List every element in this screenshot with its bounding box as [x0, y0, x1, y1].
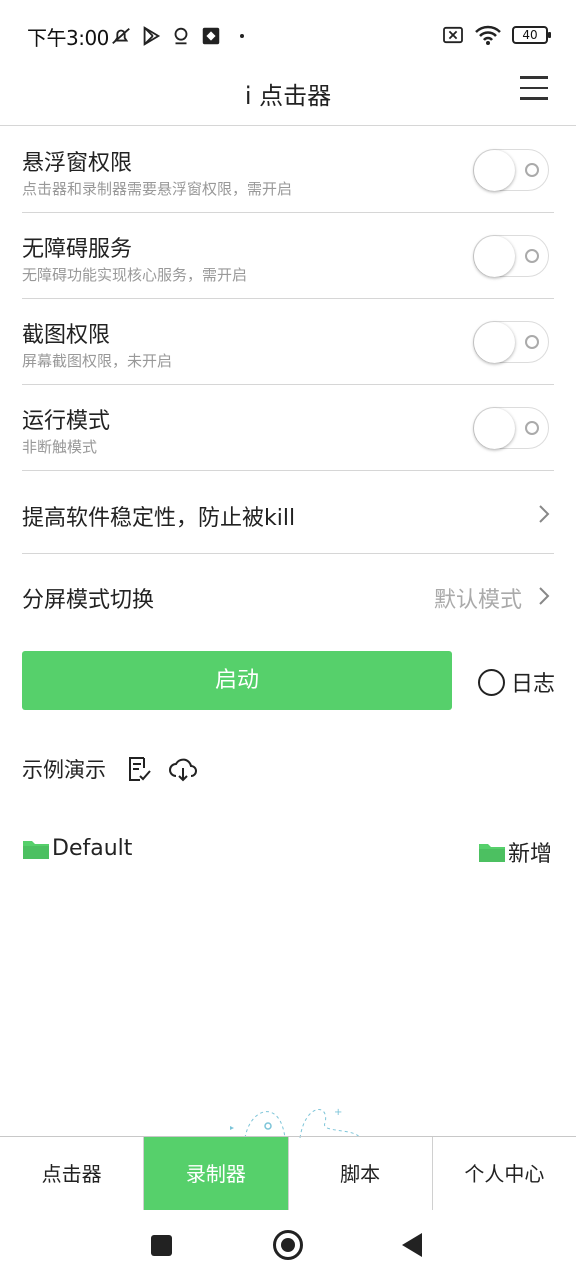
accessibility-toggle[interactable] [473, 235, 549, 277]
battery-icon: 40 [512, 26, 551, 44]
setting-title: 截图权限 [22, 323, 111, 348]
demo-row: 示例演示 [22, 754, 212, 784]
checklist-icon[interactable] [124, 754, 154, 784]
setting-title: 无障碍服务 [22, 237, 133, 262]
floating-window-toggle[interactable] [473, 149, 549, 191]
wifi-icon [475, 25, 501, 45]
run-mode-toggle[interactable] [473, 407, 549, 449]
stability-label: 提高软件稳定性，防止被kill [22, 506, 296, 531]
play-store-icon [143, 26, 161, 46]
screenshot-toggle[interactable] [473, 321, 549, 363]
setting-row-screenshot: 截图权限 屏幕截图权限，未开启 [22, 299, 554, 385]
sim-off-icon [443, 26, 463, 44]
status-left-icons [110, 22, 244, 50]
mute-bell-icon [112, 27, 130, 45]
radio-circle-icon [478, 668, 505, 696]
start-button[interactable]: 启动 [22, 651, 452, 710]
chevron-right-icon [539, 505, 550, 523]
app-header: i 点击器 [0, 62, 576, 126]
folder-default[interactable]: Default [22, 836, 132, 861]
location-icon [174, 27, 188, 45]
log-radio[interactable]: 日志 [478, 666, 555, 698]
setting-subtitle: 屏幕截图权限，未开启 [22, 352, 173, 370]
folder-icon [479, 844, 505, 862]
app-icon [202, 27, 220, 45]
demo-label: 示例演示 [22, 758, 106, 782]
folder-default-label: Default [52, 836, 133, 861]
setting-subtitle: 非断触模式 [22, 438, 98, 456]
folder-icon [23, 840, 49, 859]
page-title: i 点击器 [244, 82, 332, 110]
bottom-tab-bar: 点击器 录制器 脚本 个人中心 [0, 1136, 576, 1210]
cloud-download-icon[interactable] [168, 754, 198, 784]
add-folder-button[interactable]: 新增 [478, 836, 552, 868]
svg-text:+: + [334, 1107, 342, 1118]
hamburger-menu-icon[interactable] [520, 76, 548, 104]
setting-row-accessibility: 无障碍服务 无障碍功能实现核心服务，需开启 [22, 213, 554, 299]
setting-row-run-mode: 运行模式 非断触模式 [22, 385, 554, 471]
setting-title: 悬浮窗权限 [22, 151, 133, 176]
chevron-right-icon [539, 587, 550, 605]
tab-script[interactable]: 脚本 [289, 1137, 433, 1210]
status-time: 下午3:00 [27, 26, 109, 50]
stability-row[interactable]: 提高软件稳定性，防止被kill [22, 472, 554, 554]
tab-recorder[interactable]: 录制器 [144, 1137, 289, 1210]
home-button[interactable] [273, 1230, 303, 1260]
status-right-icons: 40 [442, 24, 551, 46]
log-label: 日志 [511, 672, 556, 697]
status-dot [240, 34, 244, 38]
setting-subtitle: 点击器和录制器需要悬浮窗权限，需开启 [22, 180, 293, 198]
split-screen-label: 分屏模式切换 [22, 588, 155, 613]
split-screen-row[interactable]: 分屏模式切换 默认模式 [22, 554, 554, 636]
back-button[interactable] [402, 1233, 422, 1257]
add-folder-label: 新增 [508, 842, 553, 867]
recents-button[interactable] [151, 1235, 172, 1256]
tab-clicker[interactable]: 点击器 [0, 1137, 145, 1210]
setting-row-floating-window: 悬浮窗权限 点击器和录制器需要悬浮窗权限，需开启 [22, 127, 554, 213]
setting-subtitle: 无障碍功能实现核心服务，需开启 [22, 266, 248, 284]
setting-title: 运行模式 [22, 409, 111, 434]
tab-profile[interactable]: 个人中心 [433, 1137, 576, 1210]
split-screen-value: 默认模式 [433, 588, 522, 613]
system-navigation-bar [0, 1210, 576, 1280]
decorative-illustration: + [230, 1107, 361, 1138]
